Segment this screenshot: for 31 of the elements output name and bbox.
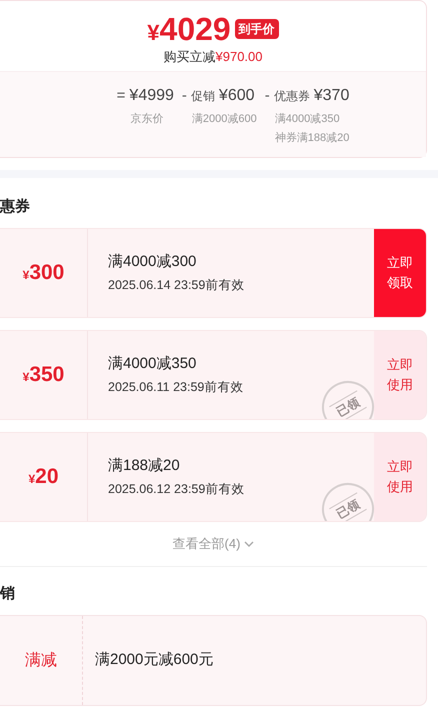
coupon-rule: 满4000减350: [108, 354, 198, 374]
coupon-amount: ¥20: [28, 464, 59, 490]
use-button[interactable]: 立即使用: [374, 331, 426, 419]
operator: -: [264, 86, 270, 106]
see-all-link[interactable]: 查看全部(4): [172, 534, 254, 554]
breakdown-label: 促销: [190, 88, 215, 104]
coupon-amount: ¥300: [22, 260, 64, 286]
coupon-expiry: 2025.06.12 23:59前有效: [108, 481, 246, 498]
breakdown-note: 满4000减350: [274, 112, 341, 126]
breakdown-label: 优惠券: [274, 88, 310, 104]
promo-text: 满2000元减600元: [95, 650, 214, 670]
promo-tag: 满减: [25, 648, 57, 672]
claim-button[interactable]: 立即领取: [374, 229, 426, 317]
use-button[interactable]: 立即使用: [374, 433, 426, 521]
operator: =: [116, 86, 126, 106]
coupon-amount: ¥350: [22, 362, 64, 388]
breakdown-note: 京东价: [130, 112, 165, 126]
breakdown-amount: ¥4999: [129, 86, 174, 106]
saving-text: 购买立减¥970.00: [164, 48, 262, 66]
breakdown-amount: ¥370: [314, 86, 350, 106]
price-badge: 到手价: [234, 19, 279, 39]
chevron-down-icon: [244, 540, 254, 547]
coupon-expiry: 2025.06.11 23:59前有效: [108, 379, 244, 396]
coupon-rule: 满4000减300: [108, 252, 198, 272]
coupon-rule: 满188减20: [108, 456, 181, 476]
final-price: ¥4029: [147, 13, 231, 45]
breakdown-note: 神券满188减20: [274, 131, 350, 146]
breakdown-note: 满2000减600: [190, 112, 257, 126]
operator: -: [182, 86, 187, 106]
coupon-expiry: 2025.06.14 23:59前有效: [108, 277, 246, 294]
breakdown-amount: ¥600: [218, 86, 255, 106]
